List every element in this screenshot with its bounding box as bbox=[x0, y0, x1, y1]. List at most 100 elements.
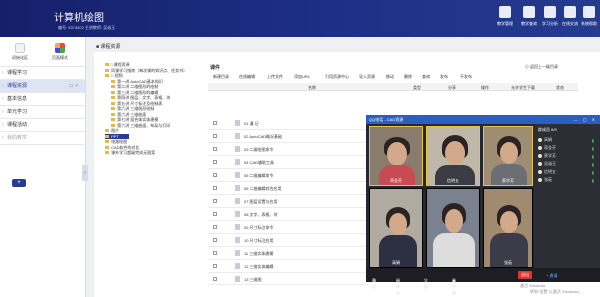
row-checkbox[interactable] bbox=[213, 264, 217, 268]
folder-icon bbox=[111, 85, 115, 89]
video-call-window[interactable]: QQ电话 - CAD资源— ▢ ✕ 蒋金芬 信明五 蔡学芳 高娟 张茹 群成员 bbox=[366, 115, 600, 295]
member-item[interactable]: 高娟 ▮ bbox=[538, 136, 598, 143]
mic-icon: ▮ bbox=[591, 162, 594, 167]
collapse-sidebar-button[interactable]: ‹ bbox=[82, 165, 88, 181]
window-controls[interactable]: — ▢ ✕ bbox=[574, 115, 597, 124]
activation-watermark-hint: 转到"设置"以激活 Windows。 bbox=[530, 289, 583, 294]
sidebar-item-unit-learning[interactable]: › 单元学习 bbox=[0, 106, 85, 119]
upload-button[interactable]: 上传文件 bbox=[264, 73, 286, 80]
mic-icon: ▮ bbox=[591, 178, 594, 183]
folder-icon bbox=[111, 107, 115, 111]
nav-learning-analysis[interactable]: 学习分析 bbox=[539, 4, 561, 34]
participant-tile[interactable]: 高娟 bbox=[369, 188, 423, 268]
new-folder-button[interactable]: 新建目录 bbox=[210, 73, 232, 80]
table-row[interactable]: 09 尺寸标注命令 bbox=[208, 221, 368, 234]
gear-icon bbox=[15, 43, 25, 53]
row-checkbox[interactable] bbox=[213, 238, 217, 242]
member-item[interactable]: 吴诚玉 ▮ bbox=[538, 160, 598, 167]
sidebar-item-my-teaching[interactable]: › 我的教学 bbox=[0, 132, 85, 145]
participant-tile[interactable]: 蒋金芬 bbox=[369, 126, 423, 186]
folder-icon bbox=[111, 118, 115, 122]
sidebar-item-course-learning[interactable]: › 课程学习 bbox=[0, 67, 85, 80]
member-item[interactable]: 信明五 ▮ bbox=[538, 168, 598, 175]
nav-teaching-query[interactable]: 教学查询 bbox=[518, 4, 540, 34]
row-checkbox[interactable] bbox=[213, 186, 217, 190]
sidebar-item-basic-info[interactable]: › 基本信息 bbox=[0, 93, 85, 106]
participant-tile[interactable]: 信明五 bbox=[426, 126, 480, 186]
publish-button[interactable]: 发布 bbox=[437, 73, 451, 80]
avatar bbox=[538, 161, 542, 166]
participant-tile[interactable]: 蔡学芳 bbox=[483, 126, 533, 186]
resource-tree: □ 课程资源 同课学习指南（每次课的知识点、任务书） □ 视频 第一讲 Auto… bbox=[105, 62, 200, 156]
tree-node[interactable]: 课外学习超级完成无图案 bbox=[105, 150, 200, 156]
sidebar-item-course-activity[interactable]: › 课程活动 bbox=[0, 119, 85, 132]
import-resource-button[interactable]: 导入资源 bbox=[356, 73, 378, 80]
table-row[interactable]: 11 三维实体建模 bbox=[208, 247, 368, 260]
table-row[interactable]: 10 尺寸标注应用 bbox=[208, 234, 368, 247]
table-row[interactable]: 01 漫 记 bbox=[208, 117, 368, 130]
row-checkbox[interactable] bbox=[213, 199, 217, 203]
file-icon bbox=[235, 172, 240, 178]
row-checkbox[interactable] bbox=[213, 121, 217, 125]
nav-teaching-manage[interactable]: 教学管理 bbox=[494, 4, 516, 34]
member-item[interactable]: 张茹 ▮ bbox=[538, 176, 598, 183]
file-icon bbox=[235, 211, 240, 217]
row-checkbox[interactable] bbox=[213, 134, 217, 138]
help-icon bbox=[583, 6, 595, 18]
invite-button[interactable]: + 邀请 bbox=[546, 273, 557, 279]
table-row[interactable]: 07 图层设置与应用 bbox=[208, 195, 368, 208]
leave-call-button[interactable]: 退出 bbox=[518, 271, 532, 279]
monitor-icon: ▭ ✓ bbox=[68, 83, 79, 89]
file-icon bbox=[235, 198, 240, 204]
add-button[interactable]: + bbox=[12, 179, 26, 187]
online-edit-button[interactable]: 在线编辑 bbox=[236, 73, 258, 80]
add-url-button[interactable]: 添加URL bbox=[291, 73, 313, 80]
member-item[interactable]: 蒋金芬 ▮ bbox=[538, 144, 598, 151]
init-tool[interactable]: 初始化区 bbox=[5, 43, 35, 61]
nav-help[interactable]: 系统帮助 bbox=[578, 4, 600, 34]
row-checkbox[interactable] bbox=[213, 251, 217, 255]
participant-face bbox=[389, 213, 407, 235]
back-link[interactable]: ⊙ 返回上一级目录 bbox=[525, 64, 558, 70]
table-row[interactable]: 13 三维图 bbox=[208, 273, 368, 285]
table-row[interactable]: 12 三维实体编辑 bbox=[208, 260, 368, 273]
page-mode-tool[interactable]: 页面模式 bbox=[45, 43, 75, 61]
folder-icon bbox=[111, 90, 115, 94]
move-button[interactable]: 移动 bbox=[383, 73, 397, 80]
row-checkbox[interactable] bbox=[213, 160, 217, 164]
table-row[interactable]: 03 二维绘图命令 bbox=[208, 143, 368, 156]
avatar bbox=[538, 145, 542, 150]
section-label: 课件 bbox=[210, 65, 221, 71]
member-item[interactable]: 蔡学芳 ▮ bbox=[538, 152, 598, 159]
participant-tile[interactable]: 张茹 bbox=[483, 188, 533, 268]
row-checkbox[interactable] bbox=[213, 277, 217, 281]
mic-icon: ▮ bbox=[591, 146, 594, 151]
table-row[interactable]: 02 AutoCAD概况基础 bbox=[208, 130, 368, 143]
top-bar: 计算机绘图 编号: 5373402 主讲教师: 吴诚玉 教学管理 教学查询 学习… bbox=[0, 0, 600, 37]
manage-icon bbox=[499, 6, 511, 18]
table-row[interactable]: 05 二维编辑命令 bbox=[208, 169, 368, 182]
import-center-button[interactable]: 引用资源中心 bbox=[322, 73, 352, 80]
delete-button[interactable]: 删除 bbox=[401, 73, 415, 80]
participant-tile[interactable] bbox=[426, 188, 480, 268]
query-button[interactable]: 查询 bbox=[419, 73, 433, 80]
sidebar-item-course-resources[interactable]: › 课程资源 ▭ ✓ bbox=[0, 80, 85, 93]
table-row[interactable]: 06 二维编辑综合应用 bbox=[208, 182, 368, 195]
row-checkbox[interactable] bbox=[213, 225, 217, 229]
folder-icon bbox=[111, 123, 115, 127]
folder-icon bbox=[111, 96, 115, 100]
folder-icon bbox=[105, 145, 109, 149]
file-icon bbox=[235, 120, 240, 126]
row-checkbox[interactable] bbox=[213, 147, 217, 151]
file-icon bbox=[235, 263, 240, 269]
row-checkbox[interactable] bbox=[213, 173, 217, 177]
table-row[interactable]: 08 文字、表格、块 bbox=[208, 208, 368, 221]
mic-icon: ▮ bbox=[591, 138, 594, 143]
row-checkbox[interactable] bbox=[213, 212, 217, 216]
video-call-header[interactable]: QQ电话 - CAD资源 — ▢ ✕ bbox=[366, 115, 600, 124]
table-row[interactable]: 04 CAD辅助工具 bbox=[208, 156, 368, 169]
folder-icon bbox=[105, 74, 109, 78]
folder-icon bbox=[105, 129, 109, 133]
folder-icon bbox=[111, 101, 115, 105]
unpublish-button[interactable]: 不发布 bbox=[456, 73, 476, 80]
